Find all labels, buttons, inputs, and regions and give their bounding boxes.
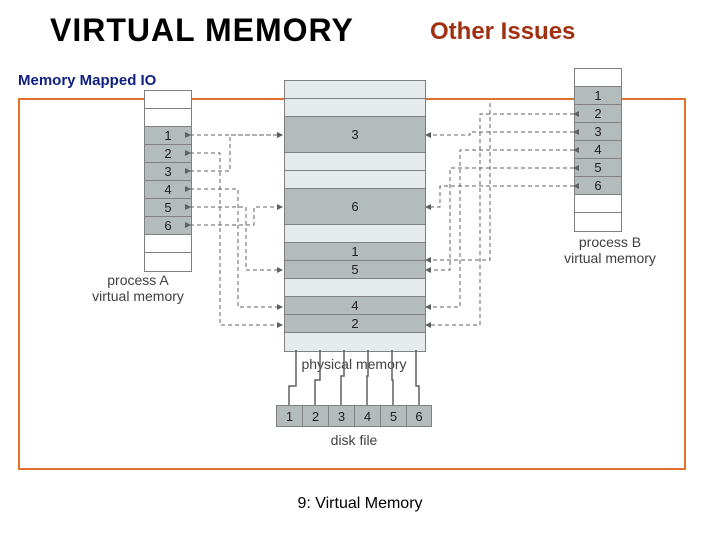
mem-row: 5	[285, 261, 425, 279]
mem-row	[145, 235, 191, 253]
mem-row	[285, 99, 425, 117]
diagram-frame: 1 2 3 4 5 6 process A virtual memory 3 6…	[18, 98, 686, 470]
disk-cell: 2	[302, 405, 328, 427]
mem-row	[285, 81, 425, 99]
caption-text: virtual memory	[92, 288, 184, 304]
mem-row	[145, 109, 191, 127]
section-label: Memory Mapped IO	[18, 72, 156, 89]
mem-row: 6	[285, 189, 425, 225]
process-b-caption: process B virtual memory	[550, 234, 670, 266]
mem-row: 5	[145, 199, 191, 217]
mem-row	[145, 253, 191, 271]
disk-cell: 5	[380, 405, 406, 427]
mem-row	[575, 213, 621, 231]
memory-diagram: 1 2 3 4 5 6 process A virtual memory 3 6…	[20, 100, 684, 468]
sub-title: Other Issues	[430, 18, 575, 46]
mem-row	[285, 225, 425, 243]
physical-table: 3 6 1 5 4 2	[284, 80, 426, 352]
mem-row	[285, 279, 425, 297]
disk-cell: 6	[406, 405, 432, 427]
disk-cell: 4	[354, 405, 380, 427]
caption-text: disk file	[331, 432, 378, 448]
mem-row: 1	[145, 127, 191, 145]
mem-row: 4	[285, 297, 425, 315]
disk-cell: 1	[276, 405, 302, 427]
main-title: VIRTUAL MEMORY	[50, 12, 354, 49]
mem-row: 6	[145, 217, 191, 235]
mem-row	[575, 69, 621, 87]
physical-caption: physical memory	[284, 356, 424, 372]
mem-row: 4	[575, 141, 621, 159]
mem-row: 2	[285, 315, 425, 333]
mem-row: 1	[575, 87, 621, 105]
disk-cell: 3	[328, 405, 354, 427]
caption-text: process A	[107, 272, 168, 288]
mem-row: 3	[285, 117, 425, 153]
mem-row	[285, 171, 425, 189]
caption-text: process B	[579, 234, 641, 250]
mem-row	[145, 91, 191, 109]
mem-row	[285, 333, 425, 351]
disk-caption: disk file	[276, 432, 432, 448]
mem-row: 3	[145, 163, 191, 181]
mem-row: 1	[285, 243, 425, 261]
disk-file: 1 2 3 4 5 6	[276, 405, 432, 427]
mem-row	[285, 153, 425, 171]
mem-row: 2	[145, 145, 191, 163]
mem-row: 2	[575, 105, 621, 123]
caption-text: physical memory	[301, 356, 406, 372]
process-a-table: 1 2 3 4 5 6	[144, 90, 192, 272]
mem-row: 4	[145, 181, 191, 199]
process-b-table: 1 2 3 4 5 6	[574, 68, 622, 232]
mem-row: 3	[575, 123, 621, 141]
mem-row: 6	[575, 177, 621, 195]
caption-text: virtual memory	[564, 250, 656, 266]
process-a-caption: process A virtual memory	[88, 272, 188, 304]
mem-row	[575, 195, 621, 213]
footer-text: 9: Virtual Memory	[0, 495, 720, 513]
mem-row: 5	[575, 159, 621, 177]
